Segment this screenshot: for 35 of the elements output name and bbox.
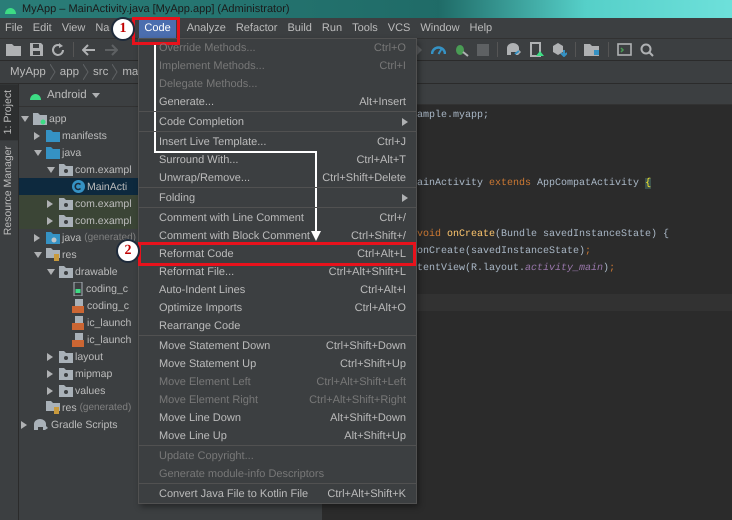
tree-item-label: java: [62, 146, 82, 158]
code-token: onCreate(savedInstanceState): [417, 246, 586, 257]
code-token: ainActivity: [417, 178, 484, 189]
tree-item-note: (generated): [80, 402, 132, 413]
tree-item-label: coding_c: [87, 300, 130, 312]
tree-item-label: com.exampl: [75, 164, 132, 176]
tree-item-label: layout: [75, 350, 104, 362]
tree-item-label: Gradle Scripts: [51, 418, 118, 430]
code-token: activity_main: [525, 263, 604, 274]
tree-item-label: ic_launch: [87, 334, 132, 346]
code-token: extends: [489, 178, 532, 189]
tree-item-label: app: [49, 112, 67, 124]
tree-item-label: ic_launch: [87, 316, 132, 328]
code-token: tentView(R.layout.: [417, 263, 526, 274]
tree-item-label: com.exampl: [75, 198, 132, 210]
code-token: ;: [585, 246, 592, 257]
tree-item-label: manifests: [62, 130, 107, 142]
tree-item-label: drawable: [75, 266, 118, 278]
tree-item-label: coding_c: [86, 282, 128, 294]
tree-item-label: values: [75, 384, 106, 396]
window-title: MyApp – MainActivity.java [MyApp.app] (Administrator): [22, 3, 290, 15]
code-token: ;: [609, 263, 616, 274]
code-token: void: [417, 229, 442, 240]
code-token: ample.myapp;: [417, 110, 490, 121]
tree-item-label: java: [62, 232, 82, 244]
tree-item-label: res: [62, 402, 77, 414]
tree-item-label: MainActi: [87, 180, 128, 192]
tree-item-label: res: [62, 248, 77, 260]
tree-item-label: com.exampl: [75, 214, 132, 226]
code-token: (Bundle savedInstanceState) {: [495, 229, 670, 240]
code-token: {: [645, 178, 652, 189]
tree-item-label: mipmap: [75, 368, 112, 380]
code-token: onCreate: [446, 229, 496, 240]
code-token: AppCompatActivity: [536, 178, 640, 189]
code-token: ): [603, 263, 610, 274]
